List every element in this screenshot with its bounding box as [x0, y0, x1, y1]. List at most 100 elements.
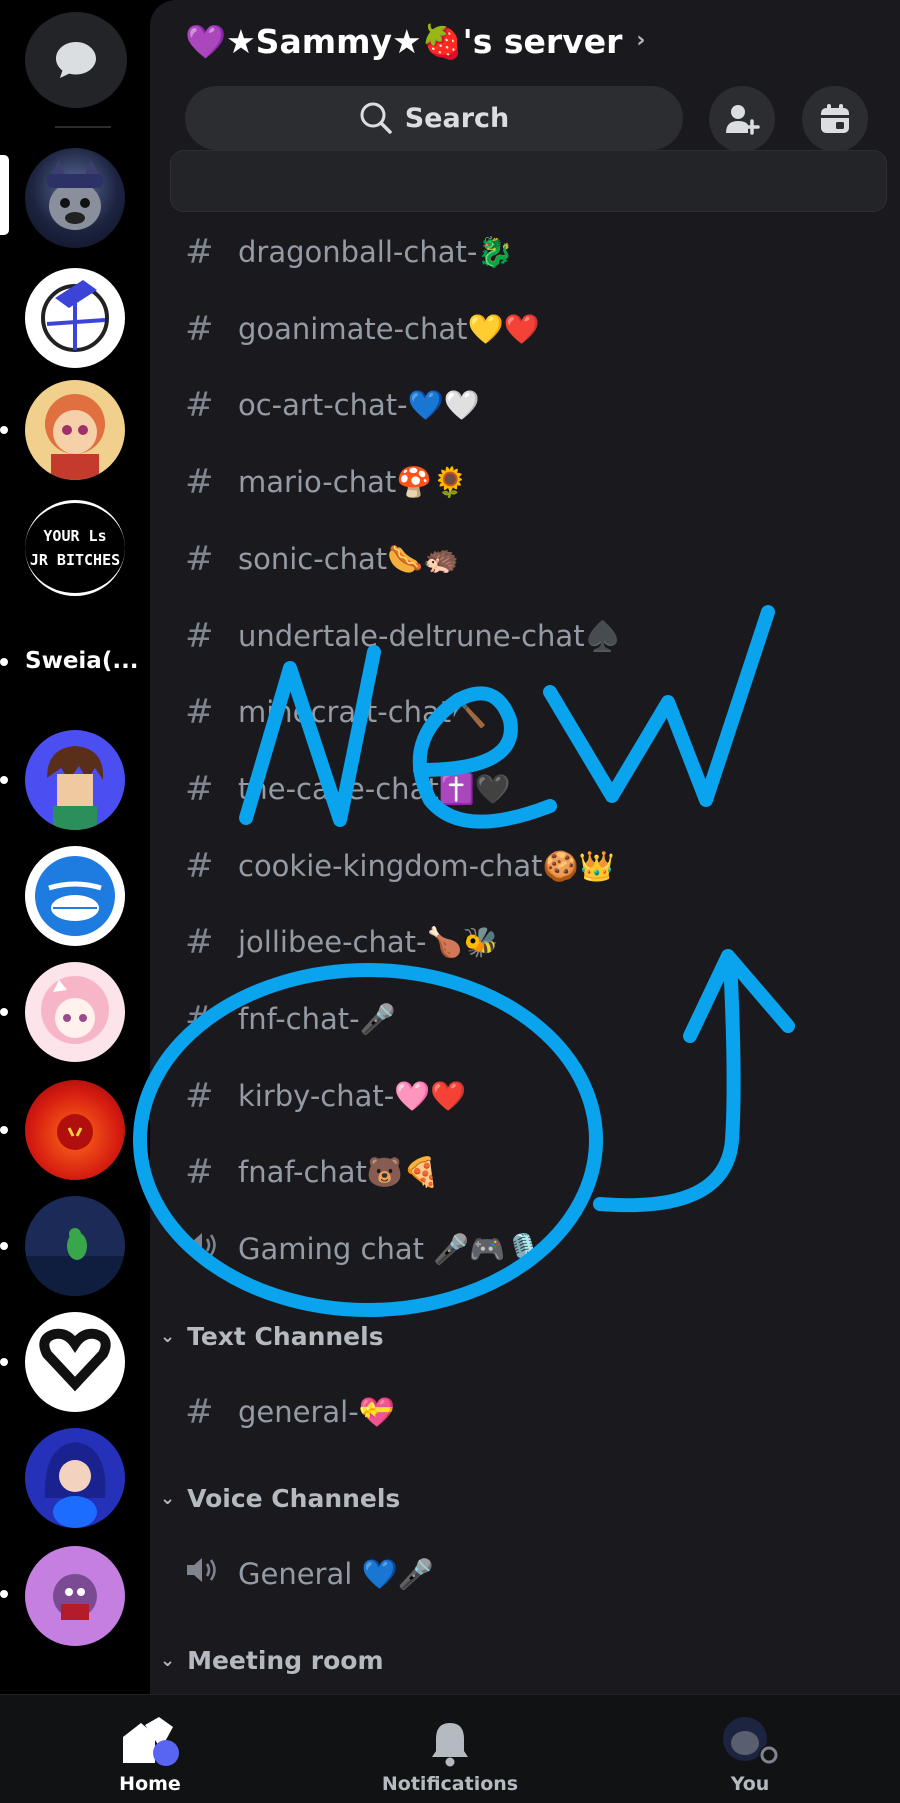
bottom-tab-bar: Home Notifications You	[0, 1694, 900, 1803]
tab-you[interactable]: You	[665, 1695, 835, 1803]
server-rail: YOUR Ls JR BITCHES Sweia(...	[0, 0, 150, 1694]
channel-item[interactable]: # mario-chat🍄🌻	[185, 452, 468, 512]
selected-server-indicator	[0, 155, 9, 235]
hash-icon: #	[185, 1152, 214, 1192]
add-user-icon	[726, 105, 760, 135]
category-text-channels[interactable]: ⌄ Text Channels	[160, 1322, 384, 1351]
channel-name: undertale-deltrune-chat♠️	[238, 618, 621, 653]
home-icon	[123, 1717, 179, 1766]
heart-icon	[39, 1328, 111, 1392]
channel-item[interactable]: # jollibee-chat-🍗🐝	[185, 912, 499, 972]
server-name: 💜★Sammy★🍓's server	[185, 22, 623, 61]
channel-item[interactable]: # goanimate-chat💛❤️	[185, 299, 540, 359]
category-voice-channels[interactable]: ⌄ Voice Channels	[160, 1484, 400, 1513]
chevron-down-icon: ⌄	[160, 1650, 176, 1671]
channel-name: minecraft-chat⛏️	[238, 694, 488, 729]
tab-label: You	[730, 1773, 770, 1795]
wolf-avatar-icon	[47, 160, 103, 230]
direct-messages-button[interactable]	[25, 12, 127, 108]
speaker-icon	[185, 1554, 238, 1594]
category-label: Text Channels	[187, 1322, 384, 1351]
channel-item[interactable]: Gaming chat 🎤🎮🎙️	[185, 1219, 542, 1279]
channel-item[interactable]: # kirby-chat-🩷❤️	[185, 1066, 466, 1126]
boy-avatar-icon	[47, 746, 104, 830]
server-icon-fire[interactable]	[25, 1080, 125, 1180]
server-icon-text[interactable]: YOUR Ls JR BITCHES	[25, 500, 125, 596]
invite-member-button[interactable]	[709, 86, 775, 152]
channel-item[interactable]: # the-cave-chat✝️🖤	[185, 759, 511, 819]
server-icon-sea[interactable]	[25, 1196, 125, 1296]
selected-channel-row[interactable]	[170, 150, 887, 212]
rail-separator	[55, 126, 111, 128]
server-header[interactable]: 💜★Sammy★🍓's server ›	[185, 22, 645, 62]
channel-name: Gaming chat 🎤🎮🎙️	[238, 1231, 542, 1266]
channel-name: fnf-chat-🎤	[238, 1001, 396, 1036]
hash-icon: #	[185, 769, 214, 809]
channel-name: General 💙🎤	[238, 1556, 434, 1591]
events-button[interactable]	[802, 86, 868, 152]
channel-name: jollibee-chat-🍗🐝	[238, 924, 499, 959]
search-label: Search	[404, 102, 510, 134]
channel-general-text[interactable]: # general-💝	[185, 1382, 395, 1442]
category-label: Voice Channels	[187, 1484, 401, 1513]
channel-item[interactable]: # fnaf-chat🐻🍕	[185, 1142, 439, 1202]
tab-notifications[interactable]: Notifications	[365, 1695, 535, 1803]
unread-dot	[0, 426, 8, 434]
search-button[interactable]: Search	[185, 86, 683, 150]
channel-name: the-cave-chat✝️🖤	[238, 771, 511, 806]
channel-name: general-💝	[238, 1394, 395, 1429]
blue-hair-avatar-icon	[44, 1442, 106, 1528]
chevron-down-icon: ⌄	[160, 1488, 176, 1509]
tab-home[interactable]: Home	[65, 1695, 235, 1803]
category-meeting-room[interactable]: ⌄ Meeting room	[160, 1646, 384, 1675]
laughing-face-icon	[35, 856, 115, 936]
chevron-down-icon: ⌄	[160, 1326, 176, 1347]
server-folder-label[interactable]: Sweia(...	[25, 648, 139, 674]
channel-item[interactable]: # minecraft-chat⛏️	[185, 682, 487, 742]
hash-icon: #	[185, 846, 214, 886]
server-icon-chibi[interactable]	[25, 380, 125, 480]
channel-name: dragonball-chat-🐉	[238, 234, 514, 269]
hash-icon: #	[185, 692, 214, 732]
chibi-avatar-icon	[45, 394, 105, 480]
hash-icon: #	[185, 539, 214, 579]
unread-dot	[0, 1590, 8, 1598]
unread-dot	[0, 776, 8, 784]
channel-item[interactable]: # fnf-chat-🎤	[185, 989, 396, 1049]
channel-item[interactable]: # undertale-deltrune-chat♠️	[185, 606, 621, 666]
hash-icon: #	[185, 232, 214, 272]
server-icon-wolf[interactable]	[25, 148, 125, 248]
server-icon-boy[interactable]	[25, 730, 125, 830]
purple-character-icon	[53, 1574, 97, 1620]
chevron-right-icon: ›	[636, 28, 646, 53]
channel-item[interactable]: # oc-art-chat-💙🤍	[185, 375, 480, 435]
unread-dot	[0, 1126, 8, 1134]
hash-icon: #	[185, 616, 214, 656]
search-icon	[360, 102, 392, 134]
sketch-logo-icon	[41, 280, 109, 352]
tab-label: Notifications	[381, 1773, 519, 1795]
hash-icon: #	[185, 462, 214, 502]
server-icon-kitty[interactable]	[25, 962, 125, 1062]
channel-item[interactable]: # sonic-chat🌭🦔	[185, 529, 459, 589]
channel-item[interactable]: # dragonball-chat-🐉	[185, 222, 513, 282]
fire-character-icon	[57, 1114, 93, 1150]
server-text-line-1: YOUR Ls	[43, 527, 107, 545]
hash-icon: #	[185, 309, 214, 349]
server-icon-laughing[interactable]	[25, 846, 125, 946]
channel-item[interactable]: # cookie-kingdom-chat🍪👑	[185, 836, 615, 896]
channel-name: sonic-chat🌭🦔	[238, 541, 460, 576]
channel-general-voice[interactable]: General 💙🎤	[185, 1544, 434, 1604]
unread-dot	[0, 658, 8, 666]
server-icon-heart[interactable]	[25, 1312, 125, 1412]
avatar	[723, 1717, 779, 1765]
server-icon-sketch[interactable]	[25, 268, 125, 368]
channel-name: mario-chat🍄🌻	[238, 464, 469, 499]
green-creature-icon	[25, 1228, 125, 1296]
server-icon-purple[interactable]	[25, 1546, 125, 1646]
server-text-line-2: JR BITCHES	[29, 551, 121, 569]
unread-dot	[0, 1008, 8, 1016]
server-icon-blue-girl[interactable]	[25, 1428, 125, 1528]
pink-girl-avatar-icon	[41, 976, 109, 1044]
bell-icon	[432, 1723, 468, 1767]
